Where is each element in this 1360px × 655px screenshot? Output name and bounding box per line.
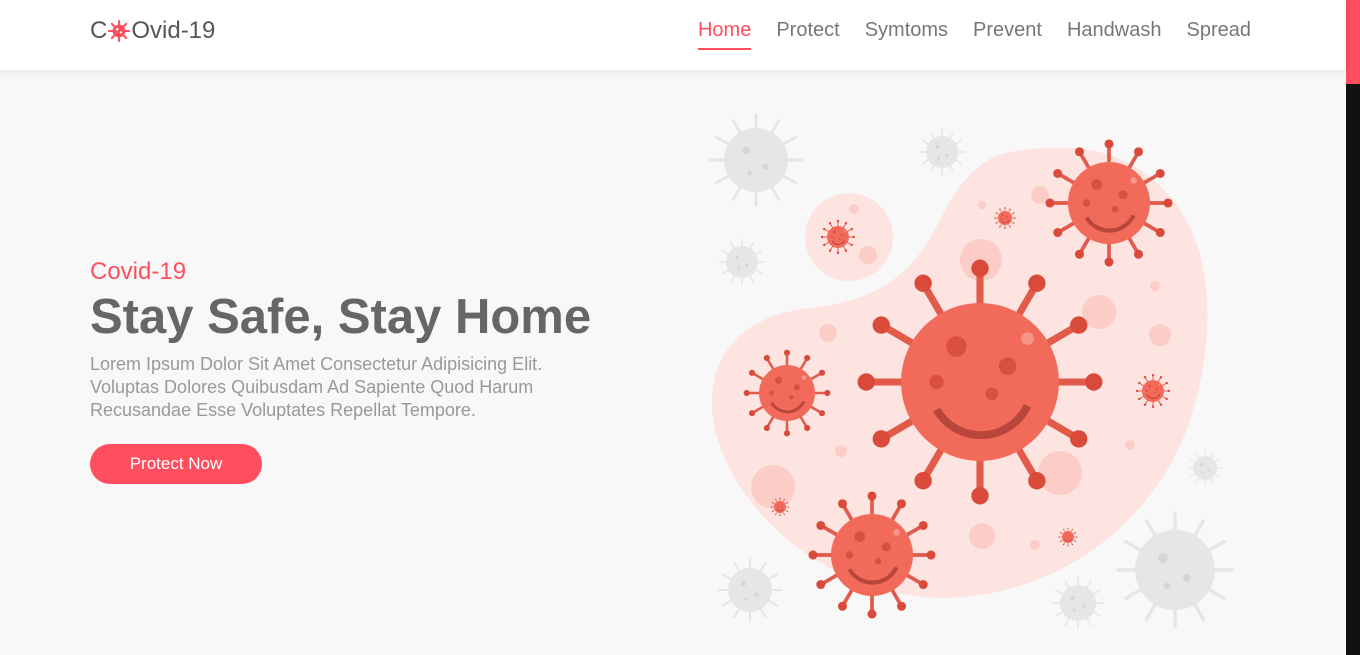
grey-virus-icon — [1118, 513, 1232, 627]
virus-icon — [108, 20, 131, 42]
grey-virus-icon — [1052, 577, 1103, 628]
nav-prevent[interactable]: Prevent — [973, 18, 1042, 50]
nav-spread[interactable]: Spread — [1187, 18, 1252, 50]
grey-virus-icon — [711, 115, 802, 206]
site-header: C Ovid-19 Home Protect Symtoms Prevent H… — [0, 0, 1346, 70]
nav-symtoms[interactable]: Symtoms — [865, 18, 948, 50]
hero-subtitle: Covid-19 — [90, 258, 187, 285]
brand-prefix: C — [90, 17, 108, 44]
main-nav: Home Protect Symtoms Prevent Handwash Sp… — [697, 18, 1252, 50]
hero-description: Lorem Ipsum Dolor Sit Amet Consectetur A… — [90, 354, 543, 420]
scrollbar-thumb[interactable] — [1346, 0, 1360, 84]
hero-section: Covid-19 Stay Safe, Stay Home Lorem Ipsu… — [90, 258, 650, 484]
nav-handwash[interactable]: Handwash — [1067, 18, 1162, 50]
virus-illustration — [700, 100, 1240, 640]
grey-virus-icon — [719, 559, 781, 621]
brand-logo[interactable]: C Ovid-19 — [90, 16, 215, 46]
brand-suffix: Ovid-19 — [131, 17, 216, 44]
grey-virus-icon — [719, 239, 764, 284]
protect-now-button[interactable]: Protect Now — [90, 444, 262, 484]
nav-protect[interactable]: Protect — [776, 18, 839, 50]
page-scrollbar[interactable] — [1346, 0, 1360, 655]
nav-home[interactable]: Home — [697, 18, 752, 50]
grey-virus-icon — [1188, 451, 1222, 485]
hero-title: Stay Safe, Stay Home — [90, 290, 592, 344]
grey-virus-icon — [919, 129, 964, 174]
